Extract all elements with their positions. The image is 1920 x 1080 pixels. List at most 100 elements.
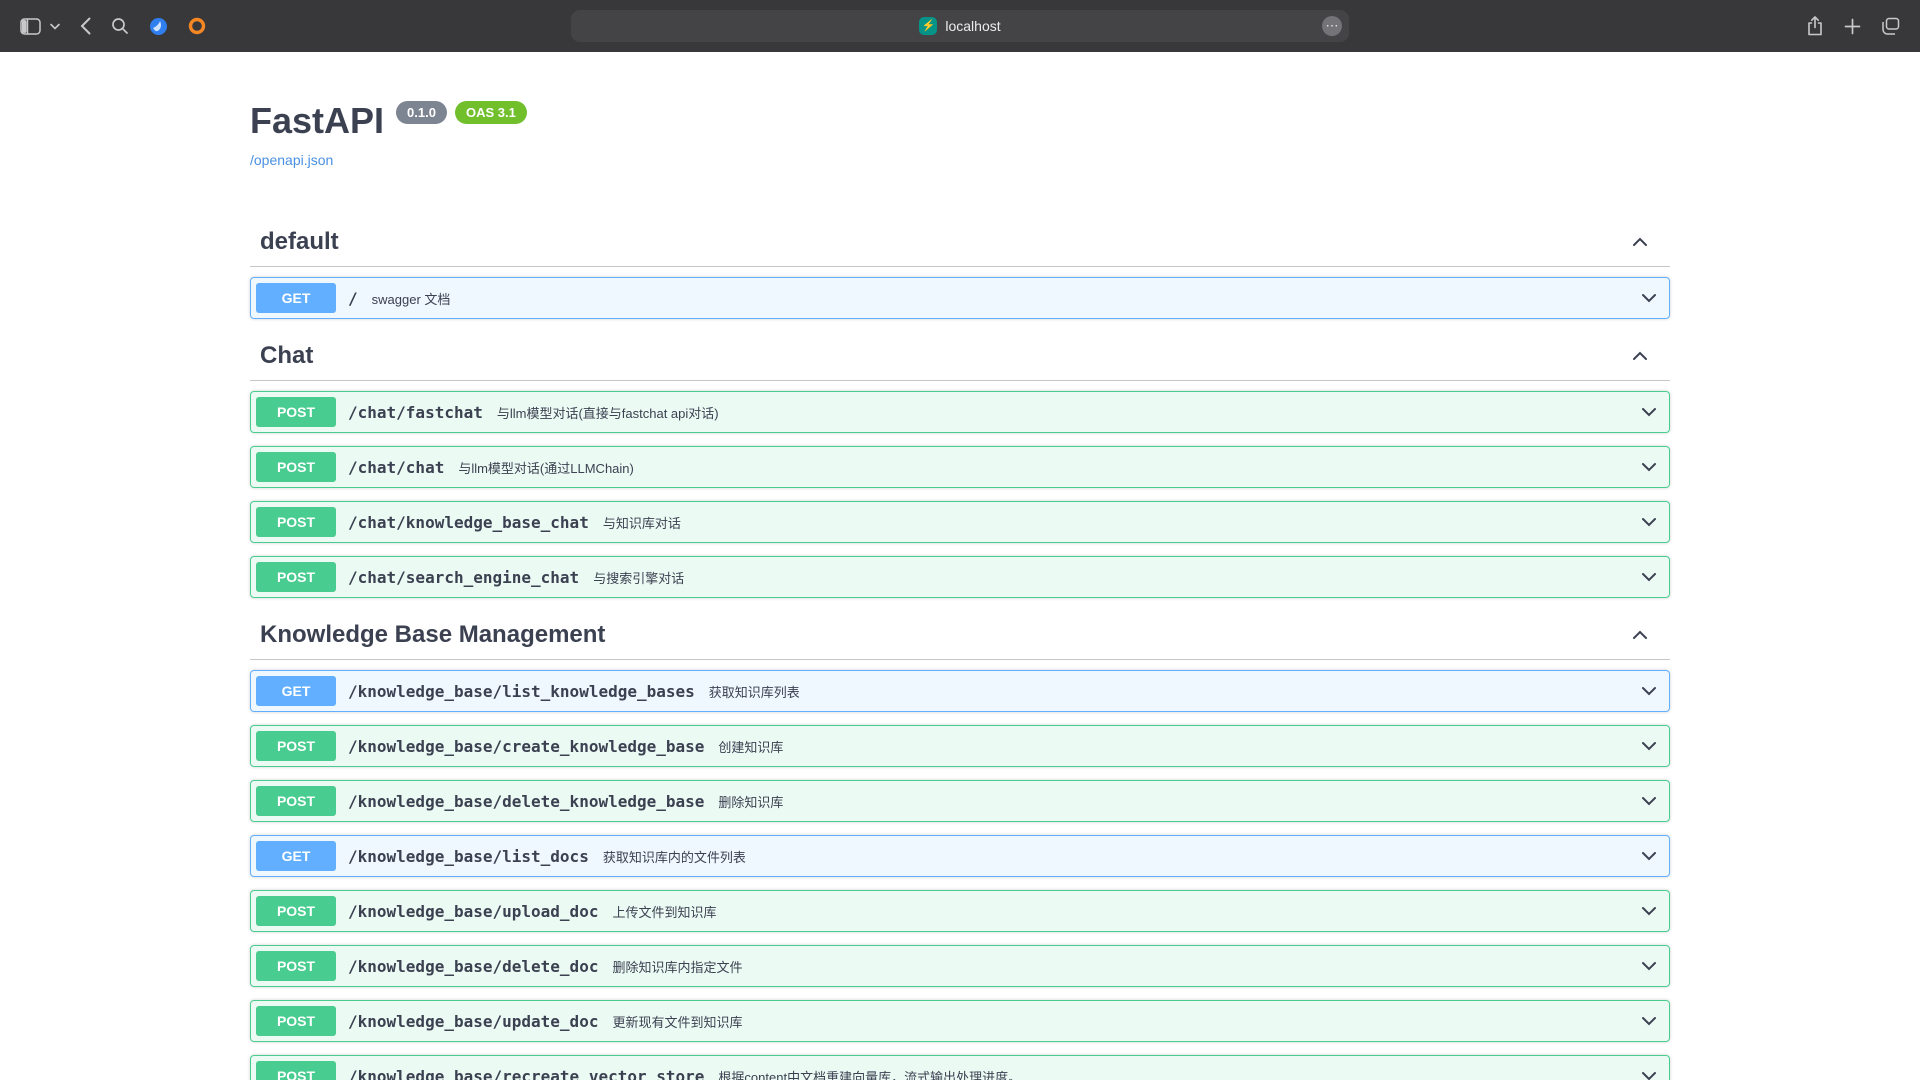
operation-row[interactable]: POST /chat/search_engine_chat 与搜索引擎对话 (250, 556, 1670, 598)
expand-chevron-down-icon (1639, 567, 1659, 587)
method-badge: POST (256, 1061, 336, 1080)
operation-row[interactable]: POST /knowledge_base/delete_knowledge_ba… (250, 780, 1670, 822)
operation-path: /chat/chat (348, 458, 444, 477)
oas-badge: OAS 3.1 (455, 101, 527, 124)
tab-groups-button[interactable] (48, 21, 62, 32)
expand-chevron-down-icon (1639, 512, 1659, 532)
operation-row[interactable]: POST /knowledge_base/update_doc 更新现有文件到知… (250, 1000, 1670, 1042)
operation-path: /knowledge_base/recreate_vector_store (348, 1067, 704, 1080)
expand-chevron-down-icon (1639, 288, 1659, 308)
expand-chevron-down-icon (1639, 956, 1659, 976)
method-badge: POST (256, 1006, 336, 1036)
method-badge: POST (256, 562, 336, 592)
operation-description: 创建知识库 (718, 737, 1639, 756)
operation-path: /chat/search_engine_chat (348, 568, 579, 587)
search-button[interactable] (109, 15, 131, 37)
back-button[interactable] (78, 15, 93, 37)
operation-row[interactable]: POST /knowledge_base/upload_doc 上传文件到知识库 (250, 890, 1670, 932)
share-icon (1806, 16, 1824, 36)
tag-section-knowledge-base: Knowledge Base Management GET /knowledge… (250, 611, 1670, 1080)
expand-chevron-down-icon (1639, 736, 1659, 756)
operation-row[interactable]: POST /knowledge_base/create_knowledge_ba… (250, 725, 1670, 767)
collapse-chevron-up-icon (1630, 625, 1650, 645)
site-favicon-icon: ⚡ (919, 17, 937, 35)
operation-row[interactable]: GET /knowledge_base/list_knowledge_bases… (250, 670, 1670, 712)
operation-row[interactable]: GET /knowledge_base/list_docs 获取知识库内的文件列… (250, 835, 1670, 877)
method-badge: GET (256, 841, 336, 871)
operation-row[interactable]: POST /chat/chat 与llm模型对话(通过LLMChain) (250, 446, 1670, 488)
operation-path: /chat/fastchat (348, 403, 483, 422)
operation-row[interactable]: POST /knowledge_base/delete_doc 删除知识库内指定… (250, 945, 1670, 987)
page-title: FastAPI (250, 100, 384, 142)
openapi-link[interactable]: /openapi.json (250, 152, 333, 168)
ellipsis-icon: ⋯ (1326, 18, 1339, 33)
expand-chevron-down-icon (1639, 901, 1659, 921)
expand-chevron-down-icon (1639, 1011, 1659, 1031)
method-badge: POST (256, 452, 336, 482)
tag-title: default (260, 228, 339, 256)
plus-icon (1844, 18, 1861, 35)
method-badge: POST (256, 397, 336, 427)
operation-description: 删除知识库 (718, 792, 1639, 811)
operation-path: /knowledge_base/delete_knowledge_base (348, 792, 704, 811)
tabs-overview-icon (1881, 17, 1900, 35)
search-icon (111, 17, 129, 35)
operation-row[interactable]: GET / swagger 文档 (250, 277, 1670, 319)
operation-path: /knowledge_base/create_knowledge_base (348, 737, 704, 756)
tag-header-default[interactable]: default (250, 218, 1670, 267)
show-all-tabs-button[interactable] (1879, 15, 1902, 37)
method-badge: POST (256, 731, 336, 761)
operation-path: /knowledge_base/list_docs (348, 847, 589, 866)
address-bar[interactable]: ⚡ localhost ⋯ (571, 10, 1349, 42)
method-badge: POST (256, 896, 336, 926)
operation-description: 根据content中文档重建向量库，流式输出处理进度。 (718, 1067, 1639, 1080)
back-icon (80, 17, 91, 35)
operation-description: 与搜索引擎对话 (593, 568, 1639, 587)
expand-chevron-down-icon (1639, 791, 1659, 811)
expand-chevron-down-icon (1639, 402, 1659, 422)
chevron-down-icon (50, 23, 60, 30)
operation-description: 上传文件到知识库 (612, 902, 1639, 921)
method-badge: GET (256, 283, 336, 313)
bird-extension-button[interactable] (147, 15, 170, 38)
toolbar-left-group (18, 15, 208, 38)
expand-chevron-down-icon (1639, 457, 1659, 477)
operation-path: /knowledge_base/upload_doc (348, 902, 598, 921)
collapse-chevron-up-icon (1630, 232, 1650, 252)
share-button[interactable] (1804, 14, 1826, 38)
toolbar-right-group (1804, 14, 1902, 38)
api-info-block: FastAPI 0.1.0 OAS 3.1 /openapi.json (250, 100, 1670, 170)
method-badge: POST (256, 786, 336, 816)
tag-header-knowledge-base[interactable]: Knowledge Base Management (250, 611, 1670, 660)
bird-app-icon (149, 17, 168, 36)
operation-row[interactable]: POST /chat/fastchat 与llm模型对话(直接与fastchat… (250, 391, 1670, 433)
operation-description: 获取知识库内的文件列表 (603, 847, 1639, 866)
operation-description: swagger 文档 (372, 289, 1639, 308)
operation-path: /knowledge_base/update_doc (348, 1012, 598, 1031)
badges: 0.1.0 OAS 3.1 (396, 101, 527, 124)
operation-description: 与llm模型对话(通过LLMChain) (458, 458, 1639, 477)
orange-ring-icon (188, 17, 206, 35)
version-badge: 0.1.0 (396, 101, 447, 124)
url-text: localhost (945, 18, 1000, 34)
operation-description: 更新现有文件到知识库 (612, 1012, 1639, 1031)
content-wrapper: FastAPI 0.1.0 OAS 3.1 /openapi.json defa… (230, 100, 1690, 1080)
operation-description: 删除知识库内指定文件 (612, 957, 1639, 976)
sidebar-icon (20, 18, 41, 35)
operation-row[interactable]: POST /knowledge_base/recreate_vector_sto… (250, 1055, 1670, 1080)
operation-path: / (348, 289, 358, 308)
page-options-button[interactable]: ⋯ (1322, 16, 1342, 36)
method-badge: POST (256, 507, 336, 537)
tag-section-chat: Chat POST /chat/fastchat 与llm模型对话(直接与fas… (250, 332, 1670, 598)
tag-title: Chat (260, 342, 313, 370)
swagger-page: FastAPI 0.1.0 OAS 3.1 /openapi.json defa… (0, 52, 1920, 1080)
operation-description: 与知识库对话 (603, 513, 1639, 532)
sidebar-toggle-button[interactable] (18, 16, 43, 37)
new-tab-button[interactable] (1842, 16, 1863, 37)
tag-header-chat[interactable]: Chat (250, 332, 1670, 381)
operation-path: /chat/knowledge_base_chat (348, 513, 589, 532)
orange-extension-button[interactable] (186, 15, 208, 37)
sidebar-cluster (18, 16, 62, 37)
operation-path: /knowledge_base/list_knowledge_bases (348, 682, 695, 701)
operation-row[interactable]: POST /chat/knowledge_base_chat 与知识库对话 (250, 501, 1670, 543)
